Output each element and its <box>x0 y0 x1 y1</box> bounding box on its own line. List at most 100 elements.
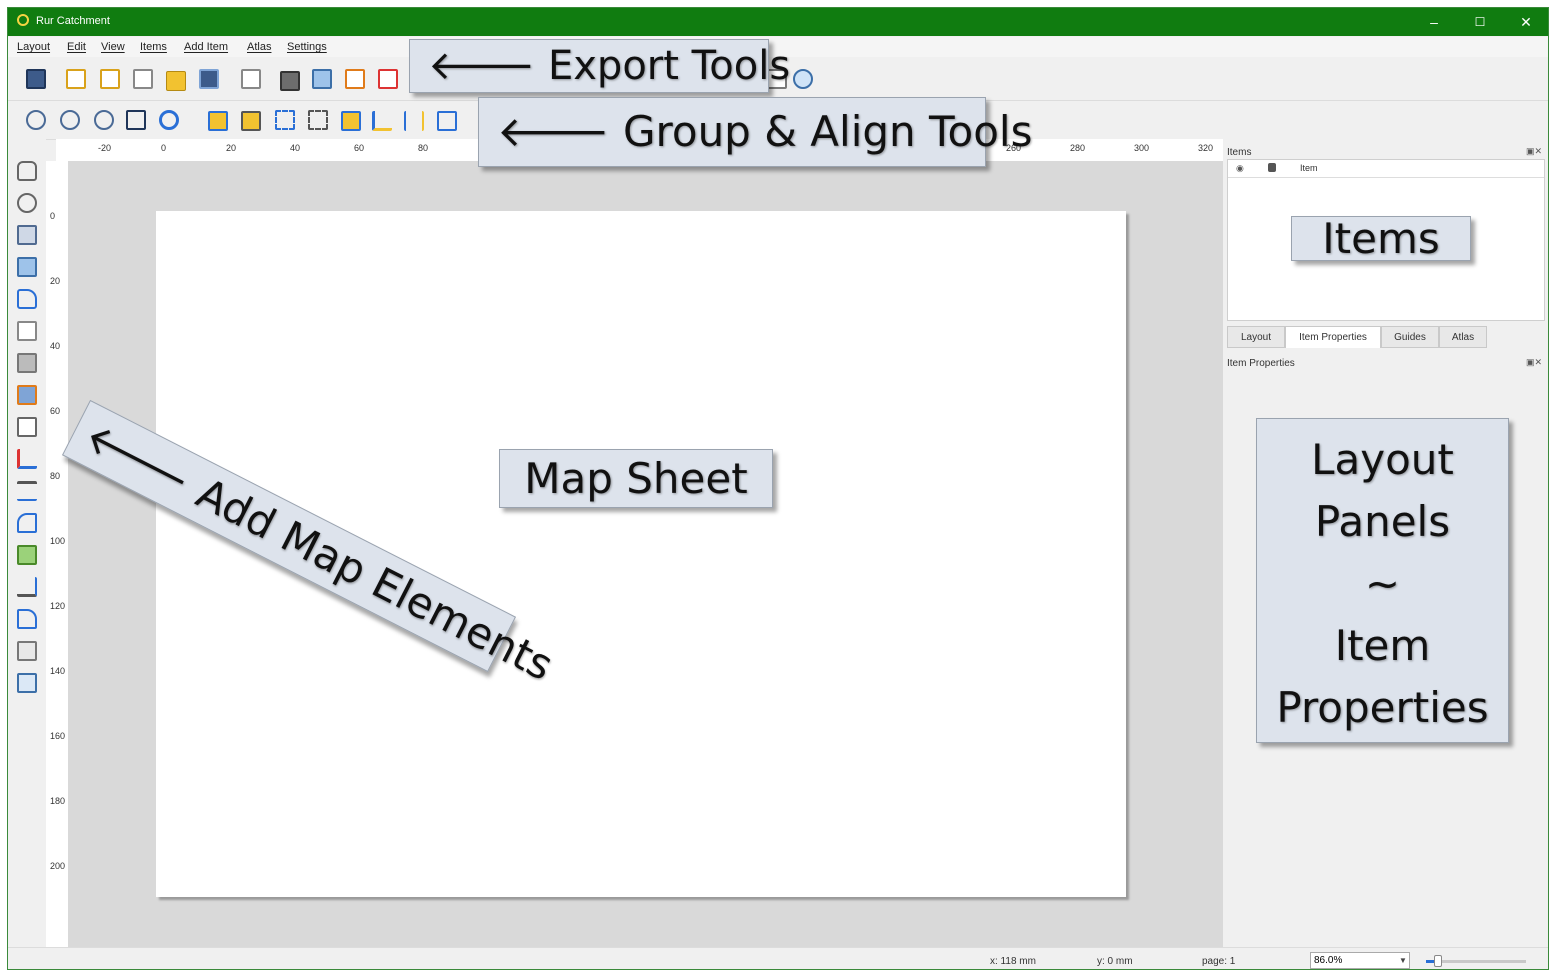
tab-guides[interactable]: Guides <box>1381 326 1439 348</box>
zoom-actual-icon[interactable] <box>94 110 114 130</box>
save-as-template-icon[interactable] <box>199 69 219 89</box>
callout-line: Panels <box>1314 497 1451 546</box>
callout-line: Layout <box>1311 435 1454 484</box>
menu-atlas[interactable]: Atlas <box>247 41 271 53</box>
add-node-item-icon[interactable] <box>17 609 37 629</box>
tab-atlas[interactable]: Atlas <box>1439 326 1487 348</box>
ruler-tick: 140 <box>50 666 66 676</box>
pan-hand-icon[interactable] <box>17 161 37 181</box>
zoom-slider-handle[interactable] <box>1434 955 1442 967</box>
export-svg-icon[interactable] <box>345 69 365 89</box>
move-content-icon[interactable] <box>17 257 37 277</box>
ruler-tick: 40 <box>290 143 301 153</box>
new-layout-icon[interactable] <box>66 69 86 89</box>
duplicate-layout-icon[interactable] <box>100 69 120 89</box>
zoom-tool-icon[interactable] <box>17 193 37 213</box>
select-move-icon[interactable] <box>17 225 37 245</box>
add-scale-bar-icon[interactable] <box>17 481 37 501</box>
save-icon[interactable] <box>26 69 46 89</box>
refresh-icon[interactable] <box>159 110 179 130</box>
ruler-tick: 20 <box>50 276 61 286</box>
add-map-icon[interactable] <box>17 321 37 341</box>
distribute-icon[interactable] <box>404 111 424 131</box>
tab-layout[interactable]: Layout <box>1227 326 1285 348</box>
chevron-down-icon[interactable]: ▼ <box>1396 952 1410 969</box>
maximize-button[interactable]: ☐ <box>1460 8 1500 36</box>
lock-items-icon[interactable] <box>341 111 361 131</box>
preview-atlas-icon[interactable] <box>793 69 813 89</box>
export-tools-callout: 🡐 Export Tools <box>409 39 790 93</box>
add-attribute-table-icon[interactable] <box>17 673 37 693</box>
add-picture-icon[interactable] <box>17 385 37 405</box>
add-html-icon[interactable] <box>17 641 37 661</box>
add-3d-map-icon[interactable] <box>17 353 37 373</box>
menu-view[interactable]: View <box>101 41 125 53</box>
menu-settings[interactable]: Settings <box>287 41 327 53</box>
export-pdf-icon[interactable] <box>378 69 398 89</box>
lock-icon <box>1268 163 1276 172</box>
minimize-button[interactable]: – <box>1414 8 1454 36</box>
add-items-toolbar <box>8 139 46 947</box>
ruler-tick: 40 <box>50 341 61 351</box>
ruler-tick: 60 <box>354 143 365 153</box>
ruler-tick: 20 <box>226 143 237 153</box>
items-callout: Items <box>1291 216 1471 261</box>
status-y-coordinate: y: 0 mm <box>1097 956 1133 967</box>
zoom-level-input[interactable]: 86.0% <box>1310 952 1410 969</box>
resize-icon[interactable] <box>437 111 457 131</box>
panel-float-close-icon[interactable]: ▣✕ <box>1526 357 1542 368</box>
menu-items[interactable]: Items <box>140 41 167 53</box>
qgis-logo-icon <box>17 14 29 26</box>
raise-items-icon[interactable] <box>208 111 228 131</box>
zoom-full-icon[interactable] <box>126 110 146 130</box>
ungroup-items-icon[interactable] <box>308 110 328 130</box>
print-icon[interactable] <box>280 71 300 91</box>
list-header-divider <box>1228 177 1544 178</box>
align-left-icon[interactable] <box>372 111 392 131</box>
ruler-tick: 80 <box>418 143 429 153</box>
tab-item-properties[interactable]: Item Properties <box>1285 326 1381 348</box>
callout-line: Item <box>1334 621 1431 670</box>
ruler-tick: 80 <box>50 471 61 481</box>
group-items-icon[interactable] <box>275 110 295 130</box>
ruler-tick: 120 <box>50 601 66 611</box>
page-setup-icon[interactable] <box>241 69 261 89</box>
callout-line: ~ <box>1364 559 1401 608</box>
zoom-slider[interactable] <box>1426 955 1526 967</box>
ruler-tick: 160 <box>50 731 66 741</box>
add-legend-icon[interactable] <box>17 449 37 469</box>
layout-manager-icon[interactable] <box>133 69 153 89</box>
status-bar: x: 118 mm y: 0 mm page: 1 86.0% ▼ <box>8 947 1548 969</box>
items-panel-title: Items <box>1227 147 1252 158</box>
ruler-tick: 280 <box>1070 143 1086 153</box>
status-x-coordinate: x: 118 mm <box>990 956 1036 967</box>
ruler-tick: 0 <box>161 143 167 153</box>
menu-add-item[interactable]: Add Item <box>184 41 228 53</box>
item-column-header: Item <box>1300 163 1318 173</box>
layout-canvas[interactable] <box>68 161 1223 947</box>
menu-layout[interactable]: Layout <box>17 41 50 53</box>
ruler-tick: 300 <box>1134 143 1150 153</box>
add-north-arrow-icon[interactable] <box>17 513 37 533</box>
panel-float-close-icon[interactable]: ▣✕ <box>1526 146 1542 157</box>
add-label-icon[interactable] <box>17 417 37 437</box>
vertical-ruler: 0 20 40 60 80 100 120 140 160 180 200 <box>46 161 69 947</box>
menu-edit[interactable]: Edit <box>67 41 86 53</box>
open-folder-icon[interactable] <box>166 71 186 91</box>
status-page: page: 1 <box>1202 956 1236 967</box>
zoom-out-icon[interactable] <box>60 110 80 130</box>
export-image-icon[interactable] <box>312 69 332 89</box>
panel-tabs: Layout Item Properties Guides Atlas <box>1227 326 1545 348</box>
layout-panels-callout: Layout Panels ~ Item Properties <box>1256 418 1509 743</box>
group-align-tools-callout: 🡐 Group & Align Tools <box>478 97 1032 167</box>
ruler-tick: 60 <box>50 406 61 416</box>
lower-items-icon[interactable] <box>241 111 261 131</box>
add-shape-icon[interactable] <box>17 545 37 565</box>
add-arrow-icon[interactable] <box>17 577 37 597</box>
zoom-in-icon[interactable] <box>26 110 46 130</box>
close-button[interactable]: ✕ <box>1506 8 1546 36</box>
ruler-tick: 320 <box>1198 143 1214 153</box>
ruler-tick: 100 <box>50 536 66 546</box>
ruler-tick: 0 <box>50 211 56 221</box>
edit-nodes-icon[interactable] <box>17 289 37 309</box>
